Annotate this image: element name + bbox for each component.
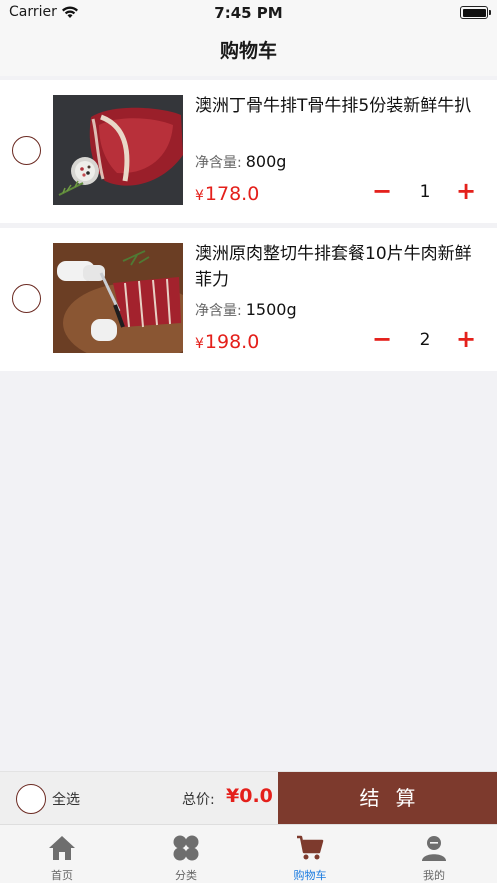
total-label: 总价: <box>182 792 215 808</box>
decrease-quantity-button[interactable]: − <box>369 327 395 353</box>
product-spec: 净含量: 1500g <box>195 300 297 320</box>
spec-value: 1500g <box>245 300 297 319</box>
cart-item: 澳洲丁骨牛排T骨牛排5份装新鲜牛扒 净含量: 800g ¥178.0 − 1 + <box>0 80 497 223</box>
increase-quantity-button[interactable]: + <box>453 179 479 205</box>
spec-label: 净含量: <box>195 303 242 319</box>
product-spec: 净含量: 800g <box>195 152 286 172</box>
tab-label: 购物车 <box>293 869 327 882</box>
checkout-button[interactable]: 结算 <box>278 772 497 825</box>
quantity-value: 1 <box>419 182 431 202</box>
product-price: ¥178.0 <box>195 183 259 205</box>
tab-label: 首页 <box>51 869 73 882</box>
price-value: 178.0 <box>204 183 260 205</box>
product-name[interactable]: 澳洲丁骨牛排T骨牛排5份装新鲜牛扒 <box>195 93 485 119</box>
home-icon <box>49 836 75 860</box>
product-image[interactable] <box>53 95 183 205</box>
decrease-quantity-button[interactable]: − <box>369 179 395 205</box>
currency-symbol: ¥ <box>195 336 204 352</box>
tab-profile[interactable]: 我的 <box>372 825 496 883</box>
spec-value: 800g <box>245 152 287 171</box>
select-all-label[interactable]: 全选 <box>52 789 80 809</box>
total-price: ¥0.0 <box>226 785 273 807</box>
sliced-steak-image <box>53 243 183 353</box>
clock: 7:45 PM <box>214 4 283 22</box>
tab-label: 分类 <box>175 869 197 882</box>
currency-symbol: ¥ <box>195 188 204 204</box>
status-bar: Carrier 7:45 PM <box>0 0 497 26</box>
spec-label: 净含量: <box>195 155 242 171</box>
item-select-checkbox[interactable] <box>12 284 41 313</box>
nav-bar: 购物车 <box>0 26 497 76</box>
price-value: 198.0 <box>204 331 260 353</box>
cart-icon <box>297 835 324 860</box>
category-icon <box>173 835 199 861</box>
quantity-value: 2 <box>419 330 431 350</box>
item-select-checkbox[interactable] <box>12 136 41 165</box>
product-price: ¥198.0 <box>195 331 259 353</box>
tab-home[interactable]: 首页 <box>0 825 124 883</box>
checkout-bar: 全选 总价: ¥0.0 结算 <box>0 771 497 825</box>
battery-icon <box>460 6 491 19</box>
profile-icon <box>422 836 446 861</box>
product-name[interactable]: 澳洲原肉整切牛排套餐10片牛肉新鲜菲力 <box>195 241 485 293</box>
page-title: 购物车 <box>219 40 277 62</box>
select-all-checkbox[interactable] <box>16 784 46 814</box>
tbone-steak-image <box>53 95 183 205</box>
increase-quantity-button[interactable]: + <box>453 327 479 353</box>
product-image[interactable] <box>53 243 183 353</box>
tab-category[interactable]: 分类 <box>124 825 248 883</box>
cart-item: 澳洲原肉整切牛排套餐10片牛肉新鲜菲力 净含量: 1500g ¥198.0 − 2… <box>0 228 497 371</box>
tab-cart[interactable]: 购物车 <box>248 825 372 883</box>
tab-bar: 首页 分类 购物车 我的 <box>0 824 497 883</box>
tab-label: 我的 <box>423 869 445 882</box>
